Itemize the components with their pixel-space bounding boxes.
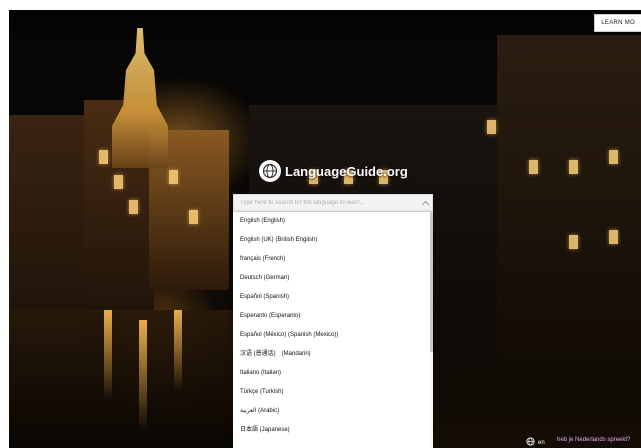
brand-name: LanguageGuide.org bbox=[285, 163, 408, 179]
language-option[interactable]: Esperanto (Esperanto) bbox=[233, 307, 433, 326]
lit-window bbox=[189, 210, 198, 224]
locale-switcher[interactable]: en bbox=[526, 437, 545, 448]
canal bbox=[9, 310, 269, 448]
chevron-up-icon[interactable] bbox=[418, 200, 432, 206]
language-option[interactable]: français (French) bbox=[233, 250, 433, 269]
lit-window bbox=[99, 150, 108, 164]
lit-window bbox=[609, 230, 618, 244]
light-reflection bbox=[104, 310, 112, 400]
globe-icon bbox=[259, 160, 281, 182]
lit-window bbox=[609, 150, 618, 164]
language-option[interactable]: العربية (Arabic) bbox=[233, 402, 433, 421]
globe-icon bbox=[526, 437, 535, 448]
learn-more-button[interactable]: LEARN MO bbox=[594, 14, 641, 32]
language-search[interactable] bbox=[233, 194, 433, 212]
language-option[interactable]: Español (Spanish) bbox=[233, 288, 433, 307]
language-option[interactable]: 日本語 (Japanese) bbox=[233, 421, 433, 440]
scrollbar-thumb[interactable] bbox=[430, 212, 433, 352]
language-option[interactable]: Türkçe (Turkish) bbox=[233, 383, 433, 402]
lit-window bbox=[569, 160, 578, 174]
light-reflection bbox=[139, 320, 147, 430]
brand-logo: LanguageGuide.org bbox=[259, 159, 408, 183]
scrollbar-track[interactable] bbox=[430, 212, 433, 448]
lit-window bbox=[529, 160, 538, 174]
language-option[interactable]: Español (México) (Spanish (Mexico)) bbox=[233, 326, 433, 345]
lit-window bbox=[114, 175, 123, 189]
lit-window bbox=[169, 170, 178, 184]
language-option[interactable]: English (English) bbox=[233, 212, 433, 231]
light-reflection bbox=[174, 310, 182, 390]
locale-code: en bbox=[538, 439, 545, 446]
building bbox=[497, 35, 641, 365]
language-dropdown-list: English (English) English (UK) (British … bbox=[233, 212, 433, 448]
language-option[interactable]: 汉语 (普通话) (Mandarin) bbox=[233, 345, 433, 364]
language-search-input[interactable] bbox=[234, 200, 418, 206]
lit-window bbox=[129, 200, 138, 214]
language-option[interactable]: Deutsch (German) bbox=[233, 269, 433, 288]
language-option[interactable]: Italiano (Italian) bbox=[233, 364, 433, 383]
lit-window bbox=[569, 235, 578, 249]
church-tower bbox=[112, 28, 168, 168]
language-option[interactable]: English (UK) (British English) bbox=[233, 231, 433, 250]
native-language-prompt-link[interactable]: heb je Nederlands spreekt? bbox=[557, 437, 630, 443]
lit-window bbox=[487, 120, 496, 134]
